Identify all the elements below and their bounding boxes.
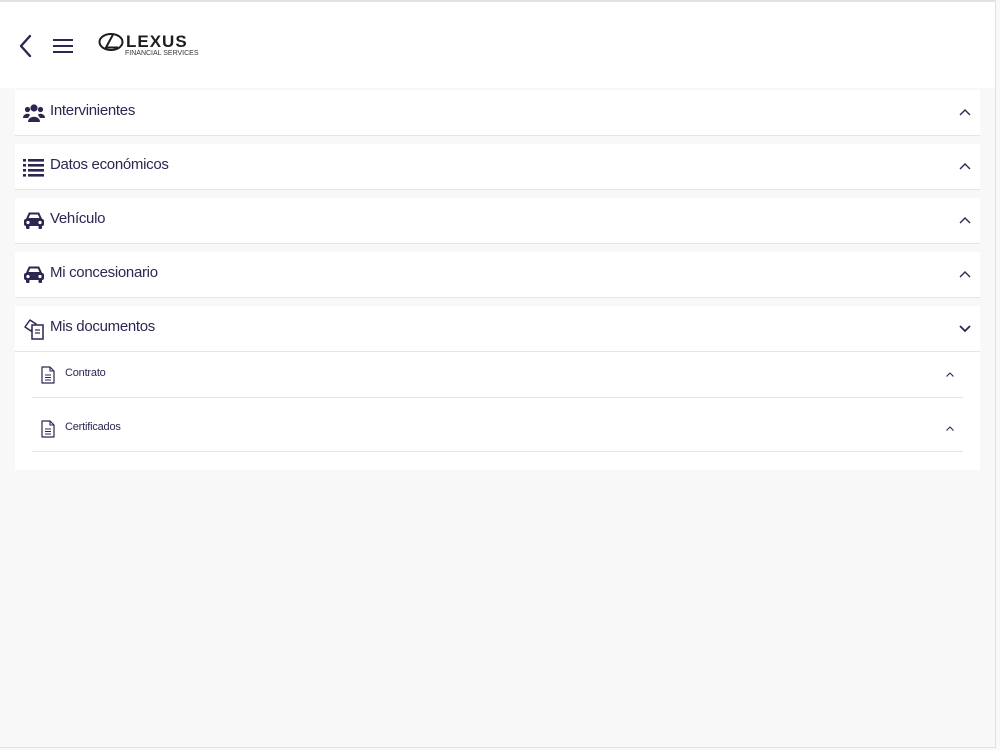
chevron-up-icon (959, 109, 971, 116)
list-icon (23, 159, 44, 177)
section-label: Vehículo (50, 210, 106, 227)
section-label: Intervinientes (50, 102, 136, 119)
chevron-up-icon (959, 271, 971, 278)
documents-icon (24, 319, 44, 340)
section-mis-documentos[interactable]: Mis documentos (15, 306, 980, 352)
document-label: Contrato (65, 367, 106, 379)
brand-wordmark: LEXUS (126, 32, 188, 51)
car-icon (24, 266, 44, 283)
chevron-up-icon (946, 426, 954, 431)
chevron-up-icon (959, 217, 971, 224)
file-icon (41, 420, 55, 438)
brand-logo[interactable]: LEXUS FINANCIAL SERVICES (98, 32, 199, 62)
section-label: Mi concesionario (50, 264, 158, 281)
top-bar: LEXUS FINANCIAL SERVICES (0, 2, 995, 88)
hamburger-menu-icon (53, 39, 73, 53)
chevron-up-icon (959, 163, 971, 170)
app-frame: LEXUS FINANCIAL SERVICES Intervinientes (0, 0, 996, 748)
document-label: Certificados (65, 421, 121, 433)
file-icon (41, 366, 55, 384)
section-vehiculo[interactable]: Vehículo (15, 198, 980, 244)
section-gap (15, 190, 980, 198)
section-mi-concesionario[interactable]: Mi concesionario (15, 252, 980, 298)
section-intervinientes[interactable]: Intervinientes (15, 90, 980, 136)
car-icon (24, 212, 44, 229)
section-datos-economicos[interactable]: Datos económicos (15, 144, 980, 190)
document-item-contrato[interactable]: Contrato (32, 352, 963, 398)
chevron-left-icon (19, 34, 32, 58)
document-item-certificados[interactable]: Certificados (32, 406, 963, 452)
brand-subtitle: FINANCIAL SERVICES (125, 50, 199, 57)
chevron-up-icon (946, 372, 954, 377)
section-label: Mis documentos (50, 318, 156, 335)
lexus-emblem-icon (98, 33, 124, 51)
section-gap (15, 244, 980, 252)
menu-button[interactable] (51, 35, 75, 57)
section-gap (15, 136, 980, 144)
users-icon (23, 104, 45, 122)
section-label: Datos económicos (50, 156, 169, 173)
chevron-down-icon (959, 325, 971, 333)
back-button[interactable] (16, 32, 36, 60)
accordion-panel: Intervinientes Datos económicos Vehículo… (15, 90, 980, 470)
section-gap (15, 298, 980, 306)
